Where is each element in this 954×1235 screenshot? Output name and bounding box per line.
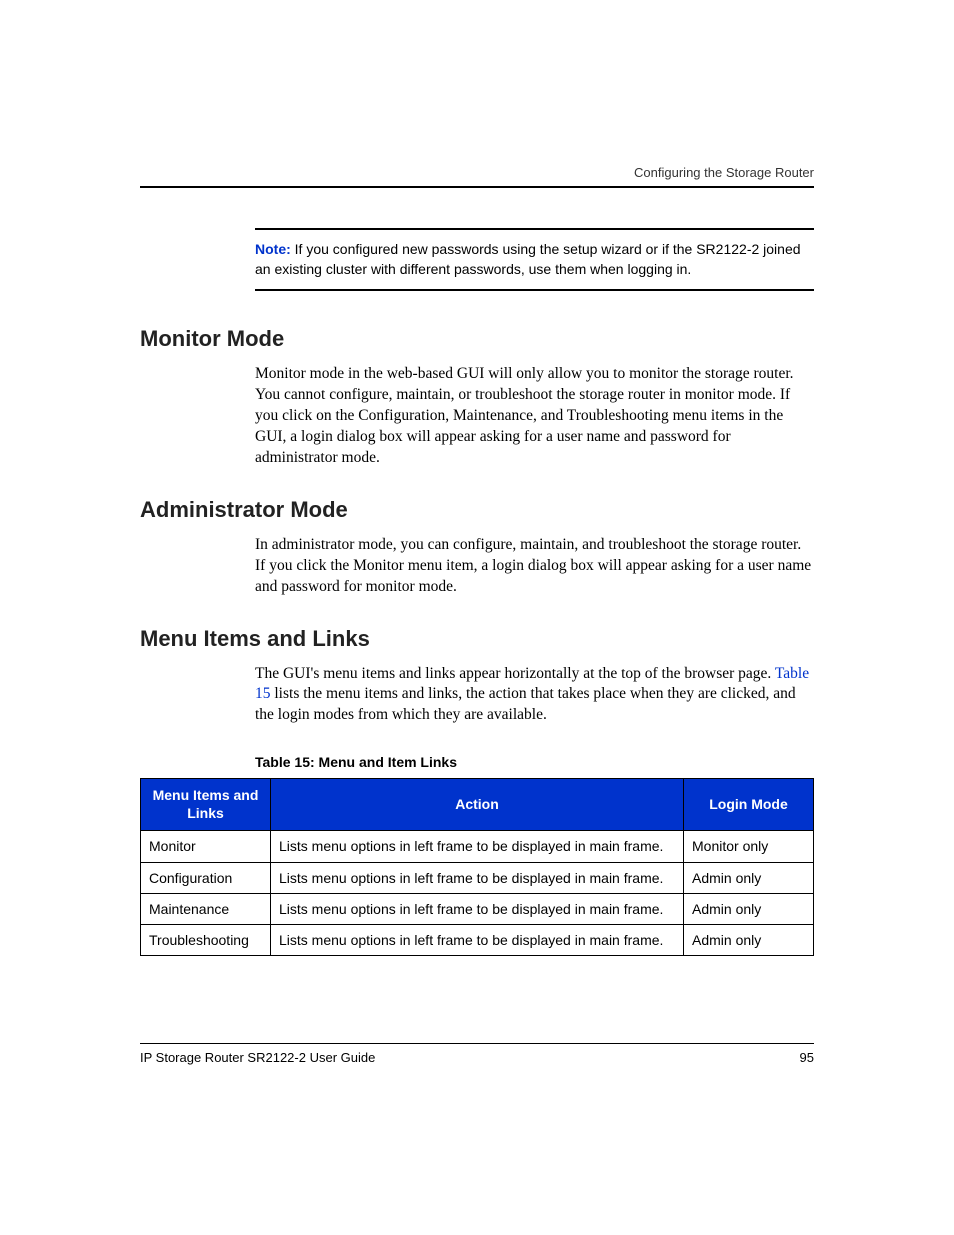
- cell-menu: Configuration: [141, 862, 271, 893]
- cell-mode: Admin only: [684, 893, 814, 924]
- cell-action: Lists menu options in left frame to be d…: [271, 893, 684, 924]
- note-top-rule: [255, 228, 814, 230]
- heading-monitor-mode: Monitor Mode: [140, 326, 814, 352]
- table-caption: Table 15: Menu and Item Links: [255, 754, 814, 770]
- table-row: Maintenance Lists menu options in left f…: [141, 893, 814, 924]
- menu-links-table: Menu Items and Links Action Login Mode M…: [140, 778, 814, 956]
- th-action: Action: [271, 779, 684, 831]
- cell-mode: Admin only: [684, 862, 814, 893]
- table-header-row: Menu Items and Links Action Login Mode: [141, 779, 814, 831]
- menu-body-before: The GUI's menu items and links appear ho…: [255, 665, 775, 682]
- cell-action: Lists menu options in left frame to be d…: [271, 831, 684, 862]
- cell-menu: Maintenance: [141, 893, 271, 924]
- table-row: Configuration Lists menu options in left…: [141, 862, 814, 893]
- heading-administrator-mode: Administrator Mode: [140, 497, 814, 523]
- page-footer: IP Storage Router SR2122-2 User Guide 95: [140, 1043, 814, 1065]
- th-menu-items: Menu Items and Links: [141, 779, 271, 831]
- note-paragraph: Note: If you configured new passwords us…: [255, 240, 814, 279]
- table-row: Troubleshooting Lists menu options in le…: [141, 924, 814, 955]
- cell-menu: Troubleshooting: [141, 924, 271, 955]
- cell-action: Lists menu options in left frame to be d…: [271, 924, 684, 955]
- cell-menu: Monitor: [141, 831, 271, 862]
- footer-rule: [140, 1043, 814, 1044]
- cell-mode: Admin only: [684, 924, 814, 955]
- header-rule: [140, 186, 814, 188]
- heading-menu-items-links: Menu Items and Links: [140, 626, 814, 652]
- body-menu-items-links: The GUI's menu items and links appear ho…: [255, 664, 814, 727]
- th-login-mode: Login Mode: [684, 779, 814, 831]
- note-label: Note:: [255, 241, 291, 257]
- body-monitor-mode: Monitor mode in the web-based GUI will o…: [255, 364, 814, 469]
- table-row: Monitor Lists menu options in left frame…: [141, 831, 814, 862]
- menu-body-after: lists the menu items and links, the acti…: [255, 685, 796, 723]
- footer-page-number: 95: [800, 1050, 814, 1065]
- note-body: If you configured new passwords using th…: [255, 241, 801, 277]
- footer-doc-title: IP Storage Router SR2122-2 User Guide: [140, 1050, 375, 1065]
- running-header: Configuring the Storage Router: [140, 165, 814, 180]
- cell-action: Lists menu options in left frame to be d…: [271, 862, 684, 893]
- note-bottom-rule: [255, 289, 814, 291]
- note-block: Note: If you configured new passwords us…: [255, 228, 814, 291]
- body-administrator-mode: In administrator mode, you can configure…: [255, 535, 814, 598]
- cell-mode: Monitor only: [684, 831, 814, 862]
